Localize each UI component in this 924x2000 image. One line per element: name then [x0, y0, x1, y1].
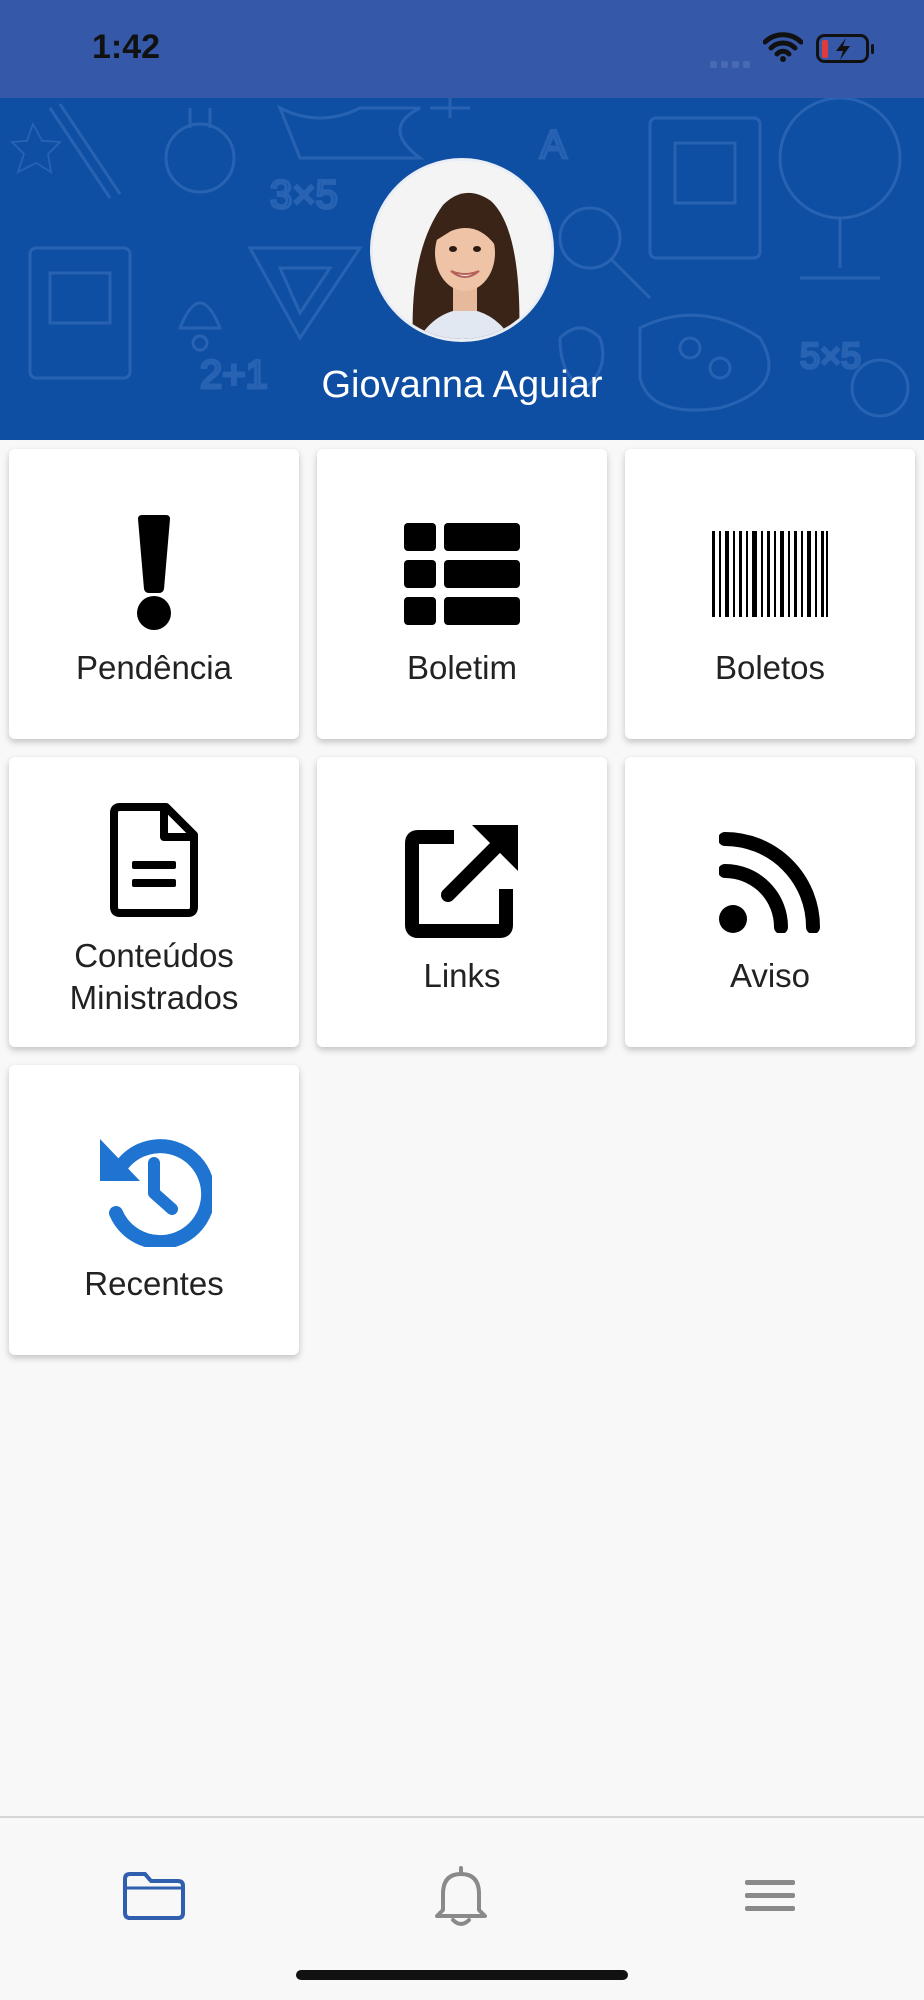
- status-bar: 1:42: [0, 0, 924, 98]
- signal-icon: [710, 56, 754, 74]
- menu-tile-boletim[interactable]: Boletim: [317, 449, 607, 739]
- battery-charging-icon: [816, 34, 876, 69]
- menu-tile-label: Boletos: [714, 649, 826, 686]
- home-indicator: [296, 1970, 628, 1980]
- barcode-icon: [625, 531, 915, 617]
- menu-tile-label: Conteúdos Ministrados: [69, 937, 239, 1016]
- menu-tile-label: Links: [423, 957, 501, 994]
- svg-text:3×5: 3×5: [270, 173, 338, 217]
- menu-tile-links[interactable]: Links: [317, 757, 607, 1047]
- rss-icon: [625, 831, 915, 933]
- menu-tile-label: Pendência: [76, 649, 232, 686]
- menu-tile-recentes[interactable]: Recentes: [9, 1065, 299, 1355]
- profile-name: Giovanna Aguiar: [321, 364, 603, 406]
- menu-tile-label: Aviso: [729, 957, 811, 994]
- exclamation-icon: [9, 515, 299, 631]
- menu-tile-boletos[interactable]: Boletos: [625, 449, 915, 739]
- menu-tile-label: Recentes: [84, 1265, 224, 1302]
- svg-text:A: A: [540, 123, 567, 167]
- wifi-icon: [762, 32, 804, 67]
- status-time: 1:42: [92, 28, 161, 66]
- document-icon: [9, 803, 299, 917]
- nav-menu[interactable]: [715, 1858, 825, 1938]
- folder-icon: [121, 1871, 187, 1926]
- nav-notifications[interactable]: [406, 1858, 516, 1938]
- menu-tile-label: Boletim: [406, 649, 518, 686]
- avatar[interactable]: [370, 158, 554, 342]
- menu-tile-aviso[interactable]: Aviso: [625, 757, 915, 1047]
- menu-tile-conteudos-ministrados[interactable]: Conteúdos Ministrados: [9, 757, 299, 1047]
- bell-icon: [431, 1864, 491, 1933]
- list-icon: [317, 523, 607, 625]
- external-link-icon: [317, 823, 607, 939]
- menu-icon: [745, 1878, 795, 1919]
- history-icon: [9, 1131, 299, 1247]
- profile-header: 3×5 2+1 A 5×5 Giovanna Aguiar: [0, 98, 924, 440]
- menu-tile-pendencia[interactable]: Pendência: [9, 449, 299, 739]
- nav-folder[interactable]: [99, 1858, 209, 1938]
